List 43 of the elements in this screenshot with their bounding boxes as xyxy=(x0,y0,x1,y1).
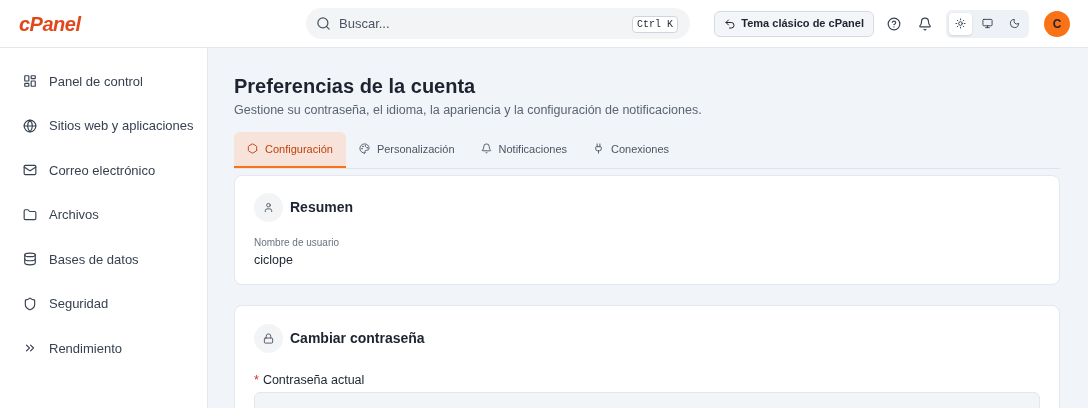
user-icon xyxy=(254,192,283,222)
sidebar-item[interactable]: Rendimiento xyxy=(23,326,207,371)
folder-icon xyxy=(23,207,37,222)
mail-icon xyxy=(23,163,37,178)
user-avatar[interactable]: C xyxy=(1044,10,1070,37)
sidebar-item[interactable]: Correo electrónico xyxy=(23,148,207,193)
tab[interactable]: Conexiones xyxy=(580,131,683,168)
help-icon[interactable] xyxy=(887,16,901,31)
globe-icon xyxy=(23,118,37,133)
tab[interactable]: Personalización xyxy=(345,131,468,168)
search-icon xyxy=(316,16,331,31)
logo[interactable]: cPanel xyxy=(19,8,306,39)
field-label: Contraseña actual xyxy=(262,371,365,389)
classic-theme-button[interactable]: Tema clásico de cPanel xyxy=(714,10,874,37)
shortcut-hint: Ctrl K xyxy=(632,16,678,33)
lock-icon xyxy=(254,323,283,353)
card-title: Cambiar contraseña xyxy=(290,328,425,348)
card-title: Resumen xyxy=(290,197,354,217)
sidebar-item[interactable]: Archivos xyxy=(23,192,207,237)
monitor-icon xyxy=(982,18,993,29)
page-title: Preferencias de la cuenta xyxy=(234,74,477,99)
sun-icon xyxy=(955,18,966,29)
sidebar-item[interactable]: Sitios web y aplicaciones xyxy=(23,103,207,148)
sidebar-item[interactable]: Seguridad xyxy=(23,281,207,326)
field-value: ciclope xyxy=(254,251,294,269)
notifications-icon[interactable] xyxy=(918,16,932,31)
theme-option[interactable] xyxy=(949,12,972,35)
moon-icon xyxy=(1009,18,1020,29)
grid-icon xyxy=(23,74,37,89)
tab[interactable]: Notificaciones xyxy=(467,131,580,168)
hexagon-icon xyxy=(247,143,258,155)
shield-icon xyxy=(23,296,37,311)
bell-icon xyxy=(480,143,492,155)
page-subtitle: Gestione su contraseña, el idioma, la apariencia y la configuración de notificaciones. xyxy=(234,102,703,119)
plug-icon xyxy=(593,143,604,155)
required-mark: * xyxy=(254,371,259,389)
palette-icon xyxy=(358,143,370,155)
database-icon xyxy=(23,252,37,267)
tab[interactable]: Configuración xyxy=(234,131,346,168)
undo-icon xyxy=(724,17,737,30)
sidebar-item[interactable]: Panel de control xyxy=(23,59,207,104)
sidebar-item[interactable]: Bases de datos xyxy=(23,237,207,282)
field-label: Nombre de usuario xyxy=(254,235,341,250)
